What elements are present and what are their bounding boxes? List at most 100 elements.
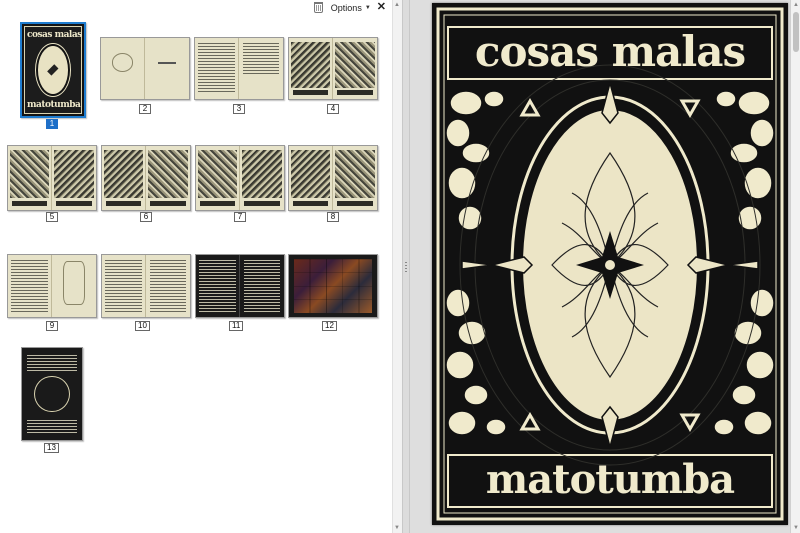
thumbnail-image (101, 254, 191, 318)
right-page (52, 255, 96, 317)
left-page (8, 146, 52, 210)
options-group: Options ▼ ✕ (313, 2, 386, 13)
page-label: 3 (233, 104, 245, 114)
scroll-down-icon[interactable]: ▼ (793, 525, 799, 531)
thumbnail-image (101, 145, 191, 211)
photo-collage (294, 258, 373, 314)
illustration (291, 149, 330, 199)
title-mark (158, 62, 176, 65)
caption-bar (293, 90, 328, 96)
page-thumbnail-11[interactable]: 11 (195, 254, 285, 334)
left-page (289, 146, 333, 210)
caption-bar (293, 201, 328, 207)
thumbnail-image (7, 254, 97, 318)
caret-down-icon: ▼ (364, 4, 371, 11)
caption-bar (200, 201, 235, 207)
pane-splitter[interactable] (402, 0, 410, 533)
page-thumbnail-12[interactable]: 12 (288, 254, 378, 334)
cover-title-top: cosas malas (474, 27, 746, 76)
thumbnail-image (288, 254, 378, 318)
right-page (239, 38, 283, 99)
page-thumbnail-10[interactable]: 10 (101, 254, 191, 334)
scroll-down-icon[interactable]: ▼ (394, 525, 400, 531)
cover-page: cosas malas matotumba (432, 3, 788, 525)
page-label: 4 (327, 104, 339, 114)
text-block (198, 42, 235, 95)
right-page (145, 38, 189, 99)
page-label: 10 (135, 321, 150, 331)
page-thumbnail-2[interactable]: 2 (100, 37, 190, 117)
scroll-up-icon[interactable]: ▲ (793, 2, 799, 8)
illustration (10, 149, 49, 199)
page-thumbnail-13[interactable]: 13 (21, 347, 85, 455)
caption-bar (12, 201, 47, 207)
page-thumbnail-8[interactable]: 8 (288, 145, 378, 225)
left-page (196, 255, 240, 317)
ornament-icon (34, 375, 70, 413)
text-block (243, 259, 281, 313)
page-thumbnail-7[interactable]: 7 (195, 145, 285, 225)
page-label: 13 (44, 443, 59, 453)
mini-cover-title-bottom: matotumba (27, 100, 81, 110)
right-page (240, 255, 284, 317)
ornament-icon (63, 261, 85, 305)
page-label: 11 (229, 321, 244, 331)
caption-bar (56, 201, 92, 207)
left-page (101, 38, 145, 99)
page-label: 12 (322, 321, 337, 331)
page-thumbnail-9[interactable]: 9 (7, 254, 97, 334)
page-thumbnail-5[interactable]: 5 (7, 145, 97, 225)
right-page (146, 255, 190, 317)
left-page (195, 38, 239, 99)
left-page (8, 255, 52, 317)
caption-bar (106, 201, 141, 207)
text-block (199, 259, 236, 313)
page-label: 6 (140, 212, 152, 222)
mini-cover: cosas malas matotumba (24, 26, 82, 114)
illustration (104, 149, 143, 199)
right-page (333, 146, 377, 210)
page-label: 9 (46, 321, 58, 331)
thumbnail-image (288, 145, 378, 211)
mini-cover-title-top: cosas malas (27, 30, 82, 40)
right-page (333, 38, 377, 99)
thumbnail-image (100, 37, 190, 100)
thumbnail-image (21, 347, 83, 441)
illustration (54, 149, 94, 199)
viewer-scrollbar[interactable]: ▲ ▼ (790, 0, 800, 533)
options-button[interactable]: Options ▼ (331, 3, 371, 13)
thumbnail-image: cosas malas matotumba (20, 22, 86, 118)
thumbnail-image (194, 37, 284, 100)
right-page (240, 146, 284, 210)
text-block (26, 419, 78, 435)
trash-icon[interactable] (313, 2, 323, 13)
page-label: 7 (234, 212, 246, 222)
illustration (198, 149, 237, 199)
page-label: 5 (46, 212, 58, 222)
text-block (105, 259, 142, 313)
text-block (242, 42, 280, 75)
illustration (335, 41, 375, 89)
thumbnail-scrollbar[interactable]: ▲ ▼ (392, 0, 402, 533)
text-block (11, 259, 48, 313)
scroll-thumb[interactable] (793, 12, 799, 52)
left-page (102, 146, 146, 210)
page-thumbnail-4[interactable]: 4 (288, 37, 378, 117)
illustration (291, 41, 330, 89)
splitter-grip-icon[interactable] (405, 262, 407, 274)
page-thumbnail-3[interactable]: 3 (194, 37, 284, 117)
page-thumbnail-6[interactable]: 6 (101, 145, 191, 225)
thumbnail-toolbar: Options ▼ ✕ (0, 0, 390, 18)
illustration (148, 149, 188, 199)
page-thumbnail-1[interactable]: cosas malas matotumba 1 (20, 22, 86, 129)
illustration (242, 149, 282, 199)
close-button[interactable]: ✕ (377, 2, 386, 13)
caption-bar (244, 201, 280, 207)
illustration (335, 149, 375, 199)
right-page (146, 146, 190, 210)
scroll-up-icon[interactable]: ▲ (394, 2, 400, 8)
page-viewer: cosas malas matotumba ▲ ▼ (410, 0, 800, 533)
thumbnail-image (7, 145, 97, 211)
mini-cover-oval (36, 44, 70, 96)
options-label: Options (330, 2, 362, 13)
